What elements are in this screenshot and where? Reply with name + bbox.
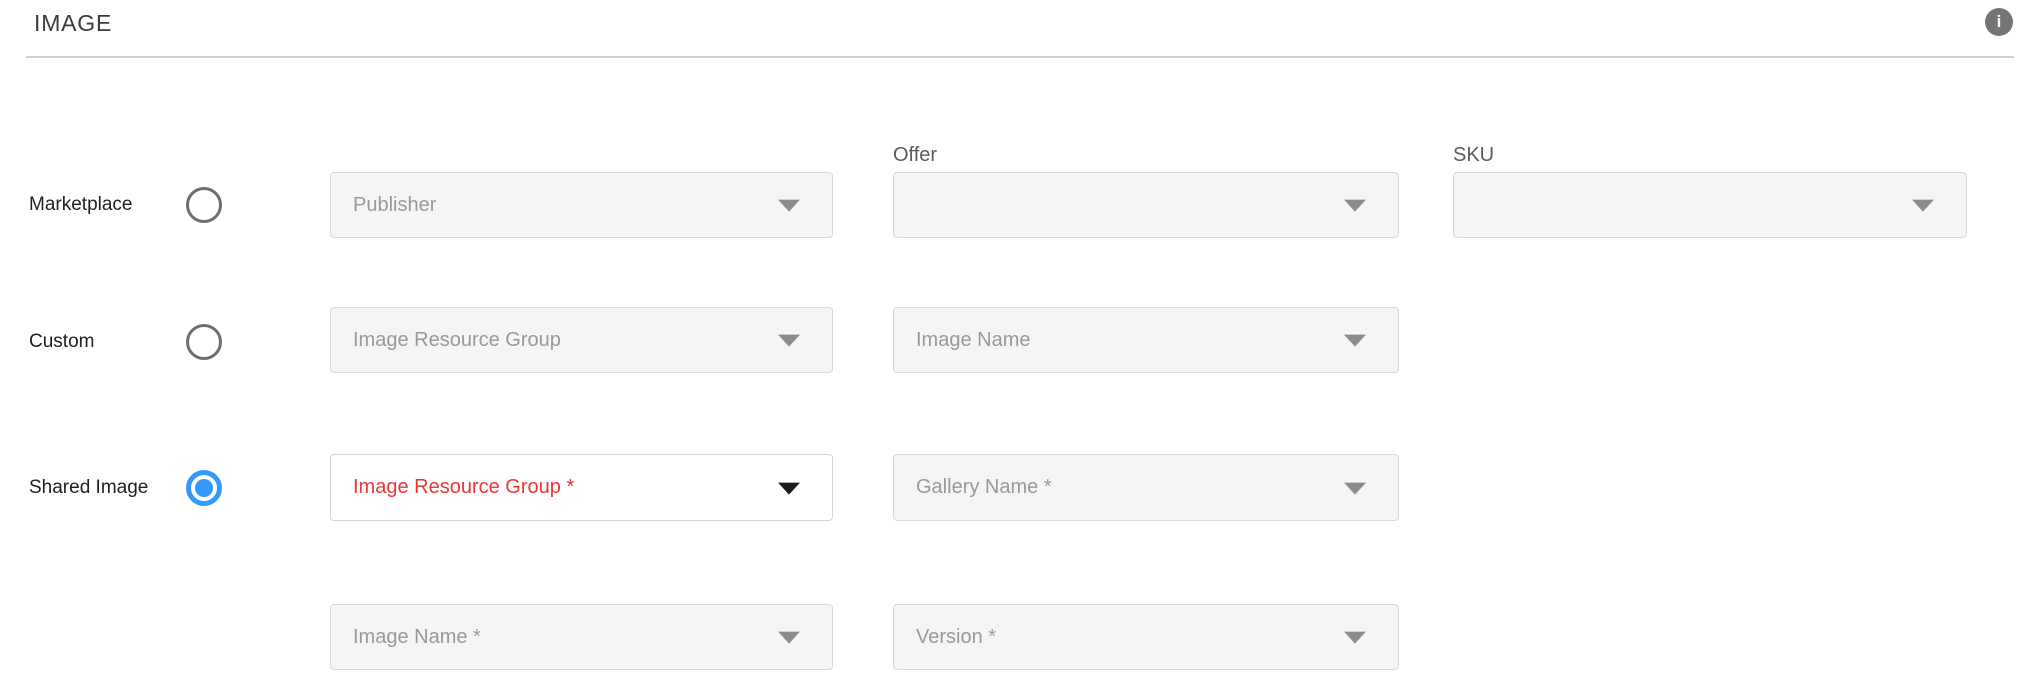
- section-title: IMAGE: [34, 10, 112, 37]
- radio-label-marketplace: Marketplace: [29, 193, 133, 217]
- info-icon[interactable]: i: [1985, 8, 2013, 36]
- info-icon-glyph: i: [1997, 12, 2002, 32]
- chevron-down-icon: [1344, 200, 1366, 212]
- custom-image-resource-group-dropdown[interactable]: Image Resource Group: [330, 307, 833, 373]
- radio-marketplace[interactable]: [186, 187, 222, 223]
- chevron-down-icon: [778, 482, 800, 494]
- chevron-down-icon: [1912, 200, 1934, 212]
- chevron-down-icon: [778, 200, 800, 212]
- shared-image-name-dropdown[interactable]: Image Name *: [330, 604, 833, 670]
- shared-image-name-placeholder: Image Name *: [353, 626, 481, 649]
- offer-label: Offer: [893, 143, 937, 167]
- sku-label: SKU: [1453, 143, 1494, 167]
- chevron-down-icon: [778, 335, 800, 347]
- chevron-down-icon: [1344, 482, 1366, 494]
- offer-dropdown[interactable]: [893, 172, 1399, 238]
- header-divider: [26, 56, 2014, 58]
- chevron-down-icon: [1344, 335, 1366, 347]
- publisher-dropdown-placeholder: Publisher: [353, 194, 436, 217]
- publisher-dropdown[interactable]: Publisher: [330, 172, 833, 238]
- custom-image-name-placeholder: Image Name: [916, 329, 1031, 352]
- radio-custom[interactable]: [186, 324, 222, 360]
- radio-dot: [195, 479, 213, 497]
- radio-shared-image[interactable]: [186, 470, 222, 506]
- gallery-name-dropdown[interactable]: Gallery Name *: [893, 454, 1399, 521]
- shared-image-resource-group-dropdown[interactable]: Image Resource Group *: [330, 454, 833, 521]
- radio-dot: [195, 333, 213, 351]
- radio-dot: [195, 196, 213, 214]
- image-section: IMAGE i Marketplace Publisher Offer SKU …: [0, 0, 2044, 686]
- version-dropdown[interactable]: Version *: [893, 604, 1399, 670]
- chevron-down-icon: [1344, 632, 1366, 644]
- custom-image-name-dropdown[interactable]: Image Name: [893, 307, 1399, 373]
- gallery-name-placeholder: Gallery Name *: [916, 476, 1052, 499]
- chevron-down-icon: [778, 632, 800, 644]
- shared-image-resource-group-placeholder: Image Resource Group *: [353, 476, 574, 499]
- version-placeholder: Version *: [916, 626, 996, 649]
- custom-image-resource-group-placeholder: Image Resource Group: [353, 329, 561, 352]
- sku-dropdown[interactable]: [1453, 172, 1967, 238]
- radio-label-shared-image: Shared Image: [29, 476, 148, 500]
- radio-label-custom: Custom: [29, 330, 94, 354]
